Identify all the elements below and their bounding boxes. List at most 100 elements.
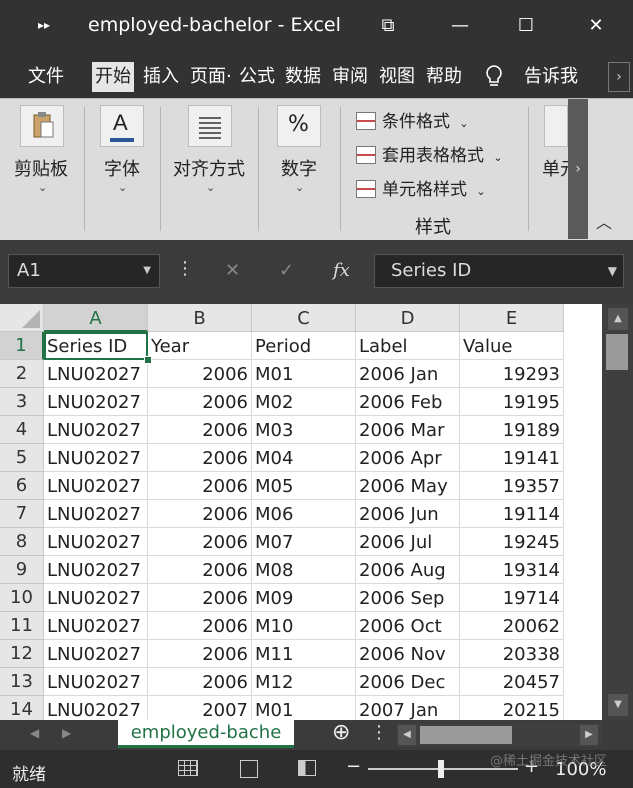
table-cell[interactable]: LNU02027 [44, 556, 148, 584]
horizontal-scrollbar[interactable]: ◀ ▶ [396, 723, 602, 747]
sheet-tab-employed-bachelor[interactable]: employed-bache [118, 720, 294, 748]
table-cell[interactable]: 2006 Apr [356, 444, 460, 472]
table-cell[interactable]: 2006 Sep [356, 584, 460, 612]
table-cell[interactable]: 2006 Dec [356, 668, 460, 696]
row-header[interactable]: 3 [0, 388, 44, 416]
page-break-view-icon[interactable] [298, 760, 316, 776]
zoom-out-button[interactable]: − [346, 756, 361, 777]
table-cell[interactable]: 19141 [460, 444, 564, 472]
tab-data[interactable]: 数据 [285, 62, 321, 92]
tab-home[interactable]: 开始 [92, 62, 134, 92]
header-cell[interactable]: Value [460, 332, 564, 360]
tab-page-layout[interactable]: 页面· [190, 62, 232, 92]
vertical-scrollbar[interactable]: ▲ ▼ [602, 304, 633, 720]
minimize-button[interactable]: — [440, 8, 480, 44]
table-cell[interactable]: 2006 [148, 388, 252, 416]
table-cell[interactable]: 19114 [460, 500, 564, 528]
table-cell[interactable]: M02 [252, 388, 356, 416]
cell-styles-button[interactable]: 单元格样式 ⌄ [356, 175, 486, 201]
clipboard-caret-icon[interactable]: ⌄ [38, 181, 47, 194]
row-header[interactable]: 1 [0, 332, 44, 360]
tab-file[interactable]: 文件 [28, 62, 64, 92]
table-cell[interactable]: 19189 [460, 416, 564, 444]
header-cell[interactable]: Year [148, 332, 252, 360]
enter-icon[interactable]: ✓ [279, 255, 294, 287]
more-options-icon[interactable]: ⋮ [176, 258, 194, 279]
table-cell[interactable]: 2006 [148, 584, 252, 612]
collapse-ribbon-icon[interactable]: ︿ [596, 209, 612, 233]
table-cell[interactable]: 19195 [460, 388, 564, 416]
table-cell[interactable]: 20457 [460, 668, 564, 696]
row-header[interactable]: 5 [0, 444, 44, 472]
tab-insert[interactable]: 插入 [143, 62, 179, 92]
table-cell[interactable]: M06 [252, 500, 356, 528]
header-cell[interactable]: Series ID [44, 332, 148, 360]
alignment-button[interactable] [188, 105, 232, 147]
next-sheet-icon[interactable]: ▶ [62, 726, 71, 740]
scroll-down-icon[interactable]: ▼ [608, 694, 628, 716]
alignment-caret-icon[interactable]: ⌄ [206, 181, 215, 194]
table-cell[interactable]: 2006 [148, 556, 252, 584]
row-header[interactable]: 2 [0, 360, 44, 388]
paste-button[interactable] [20, 105, 64, 147]
normal-view-icon[interactable] [178, 760, 198, 776]
table-cell[interactable]: 2006 [148, 444, 252, 472]
table-cell[interactable]: M01 [252, 696, 356, 720]
maximize-button[interactable]: ☐ [506, 8, 546, 44]
table-cell[interactable]: LNU02027 [44, 696, 148, 720]
ribbon-scroll-right-icon[interactable]: › [568, 99, 588, 239]
more-options-icon[interactable]: ⋮ [370, 722, 388, 743]
table-cell[interactable]: 2007 Jan [356, 696, 460, 720]
header-cell[interactable]: Period [252, 332, 356, 360]
table-cell[interactable]: 2006 Oct [356, 612, 460, 640]
table-cell[interactable]: 2006 [148, 640, 252, 668]
table-cell[interactable]: 2006 May [356, 472, 460, 500]
scroll-left-icon[interactable]: ◀ [398, 725, 416, 745]
tab-formulas[interactable]: 公式 [239, 62, 275, 92]
table-cell[interactable]: 2006 [148, 612, 252, 640]
table-cell[interactable]: 2006 [148, 360, 252, 388]
conditional-formatting-button[interactable]: 条件格式 ⌄ [356, 107, 469, 133]
font-button[interactable]: A [100, 105, 144, 147]
table-cell[interactable]: LNU02027 [44, 388, 148, 416]
tab-help[interactable]: 帮助 [426, 62, 462, 92]
table-cell[interactable]: M09 [252, 584, 356, 612]
column-header-c[interactable]: C [252, 304, 356, 332]
table-cell[interactable]: 2006 Jan [356, 360, 460, 388]
lightbulb-icon[interactable] [484, 64, 504, 94]
table-cell[interactable]: M01 [252, 360, 356, 388]
table-cell[interactable]: 2006 Jul [356, 528, 460, 556]
row-header[interactable]: 8 [0, 528, 44, 556]
tell-me-search[interactable]: 告诉我 [524, 62, 578, 92]
table-cell[interactable]: 20338 [460, 640, 564, 668]
table-cell[interactable]: 19245 [460, 528, 564, 556]
table-cell[interactable]: 2006 Mar [356, 416, 460, 444]
add-sheet-icon[interactable]: ⊕ [332, 720, 350, 745]
tab-view[interactable]: 视图 [379, 62, 415, 92]
column-header-a[interactable]: A [44, 304, 148, 332]
row-header[interactable]: 9 [0, 556, 44, 584]
row-header[interactable]: 14 [0, 696, 44, 720]
table-cell[interactable]: 2006 [148, 416, 252, 444]
format-as-table-button[interactable]: 套用表格格式 ⌄ [356, 141, 503, 167]
horizontal-scroll-thumb[interactable] [420, 726, 512, 744]
column-header-b[interactable]: B [148, 304, 252, 332]
table-cell[interactable]: 19293 [460, 360, 564, 388]
number-format-button[interactable]: % [277, 105, 321, 147]
table-cell[interactable]: 2007 [148, 696, 252, 720]
table-cell[interactable]: LNU02027 [44, 444, 148, 472]
table-cell[interactable]: 19357 [460, 472, 564, 500]
name-box[interactable]: A1 ▼ [8, 254, 160, 288]
table-cell[interactable]: LNU02027 [44, 584, 148, 612]
formula-input[interactable]: Series ID ▼ [374, 254, 624, 288]
header-cell[interactable]: Label [356, 332, 460, 360]
column-header-e[interactable]: E [460, 304, 564, 332]
table-cell[interactable]: LNU02027 [44, 472, 148, 500]
table-cell[interactable]: M05 [252, 472, 356, 500]
table-cell[interactable]: 19314 [460, 556, 564, 584]
table-cell[interactable]: M11 [252, 640, 356, 668]
row-header[interactable]: 12 [0, 640, 44, 668]
table-cell[interactable]: 2006 Aug [356, 556, 460, 584]
table-cell[interactable]: LNU02027 [44, 668, 148, 696]
table-cell[interactable]: 2006 [148, 500, 252, 528]
